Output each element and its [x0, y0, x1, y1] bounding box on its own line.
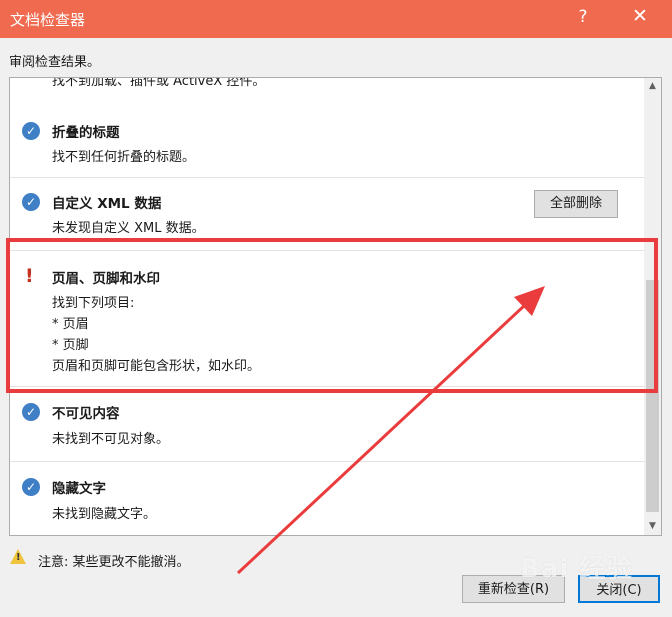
- note-text: 注意: 某些更改不能撤消。: [38, 555, 190, 570]
- warning-triangle-icon: !: [10, 549, 26, 564]
- arrow-annotation: [236, 286, 545, 575]
- watermark-logo: Bai 经验: [520, 554, 634, 584]
- arrow-line: [236, 303, 527, 575]
